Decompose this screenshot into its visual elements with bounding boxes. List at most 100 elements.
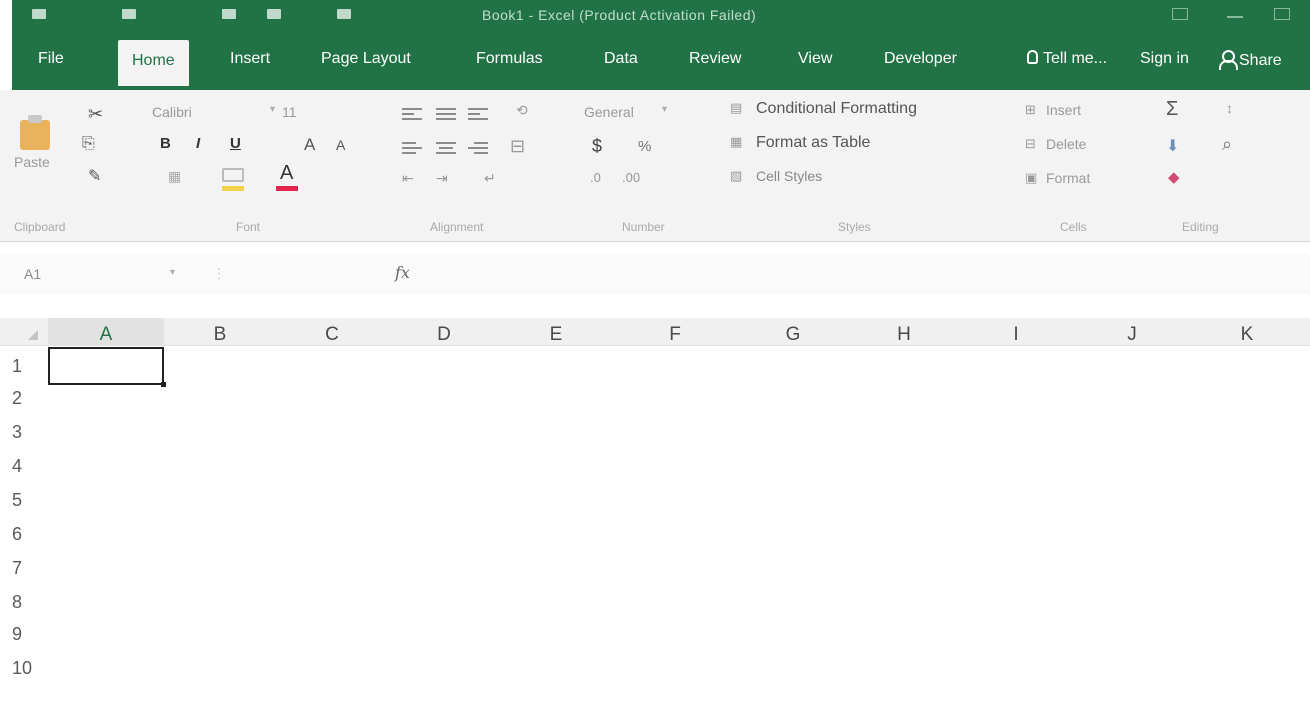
cell-styles-button[interactable]: Cell Styles	[756, 168, 822, 184]
share-button[interactable]: Share	[1218, 50, 1282, 70]
row-header-7[interactable]: 7	[12, 558, 34, 579]
customize-qat-icon[interactable]	[337, 9, 351, 19]
formula-bar: A1 ▾ ⋮ fx	[0, 255, 1310, 295]
tab-home[interactable]: Home	[118, 40, 189, 86]
copy-icon[interactable]: ⎘	[82, 135, 95, 153]
column-header-k[interactable]: K	[1192, 318, 1302, 346]
column-header-h[interactable]: H	[848, 318, 960, 346]
decrease-decimal-icon[interactable]: .00	[622, 170, 640, 185]
ribbon-home: Paste ✂ ⎘ ✎ Clipboard Calibri 11 ▾ B I U…	[0, 90, 1310, 242]
column-header-i[interactable]: I	[960, 318, 1072, 346]
increase-indent-icon[interactable]: ⇥	[436, 170, 448, 187]
fill-color-icon[interactable]	[222, 168, 244, 182]
shrink-font-button[interactable]: A	[336, 137, 345, 153]
tab-formulas[interactable]: Formulas	[476, 50, 543, 68]
insert-function-button[interactable]: fx	[395, 263, 410, 282]
align-bottom-icon[interactable]	[468, 108, 488, 122]
column-header-d[interactable]: D	[388, 318, 500, 346]
maximize-icon[interactable]	[1274, 8, 1290, 20]
name-box[interactable]: A1	[20, 263, 220, 287]
tab-file[interactable]: File	[38, 50, 64, 68]
increase-decimal-icon[interactable]: .0	[590, 170, 601, 185]
tab-data[interactable]: Data	[604, 50, 638, 68]
format-cells-icon: ▣	[1025, 170, 1038, 185]
tab-review[interactable]: Review	[689, 50, 741, 68]
orientation-icon[interactable]: ⟲	[516, 102, 528, 119]
insert-cells-button[interactable]: Insert	[1046, 102, 1081, 118]
minimize-icon[interactable]	[1227, 16, 1243, 18]
row-header-5[interactable]: 5	[12, 490, 34, 511]
currency-button[interactable]: $	[592, 136, 602, 157]
group-label-editing: Editing	[1182, 220, 1219, 234]
sign-in-link[interactable]: Sign in	[1140, 50, 1189, 68]
cell-area[interactable]	[40, 346, 1310, 711]
format-cells-button[interactable]: Format	[1046, 170, 1090, 186]
row-header-2[interactable]: 2	[12, 388, 34, 409]
column-header-e[interactable]: E	[500, 318, 612, 346]
grow-font-button[interactable]: A	[304, 135, 315, 155]
number-format-chevron-icon[interactable]: ▾	[662, 104, 667, 115]
paste-icon[interactable]	[20, 115, 50, 150]
underline-button[interactable]: U	[230, 135, 241, 152]
sort-filter-icon[interactable]: ↕	[1226, 100, 1233, 116]
align-left-icon[interactable]	[402, 142, 422, 156]
merge-center-icon[interactable]: ⊟	[510, 136, 525, 157]
formula-input[interactable]	[430, 263, 1300, 287]
column-header-g[interactable]: G	[738, 318, 848, 346]
select-all-button[interactable]	[28, 330, 38, 340]
row-header-10[interactable]: 10	[12, 658, 34, 679]
column-header-a[interactable]: A	[48, 318, 164, 346]
row-header-6[interactable]: 6	[12, 524, 34, 545]
row-header-9[interactable]: 9	[12, 624, 34, 645]
percent-button[interactable]: %	[638, 138, 651, 155]
column-header-b[interactable]: B	[164, 318, 276, 346]
decrease-indent-icon[interactable]: ⇤	[402, 170, 414, 187]
column-header-c[interactable]: C	[276, 318, 388, 346]
paste-button[interactable]: Paste	[14, 154, 50, 170]
delete-cells-icon: ⊟	[1025, 136, 1036, 151]
tab-view[interactable]: View	[798, 50, 832, 68]
italic-button[interactable]: I	[196, 135, 200, 152]
font-name-select[interactable]: Calibri	[152, 104, 192, 120]
format-painter-icon[interactable]: ✎	[88, 166, 101, 186]
touch-mode-icon[interactable]	[267, 9, 281, 19]
bold-button[interactable]: B	[160, 135, 171, 152]
format-as-table-button[interactable]: Format as Table	[756, 134, 870, 152]
column-header-f[interactable]: F	[612, 318, 738, 346]
tab-page-layout[interactable]: Page Layout	[321, 50, 411, 68]
active-cell-a1[interactable]	[48, 347, 166, 387]
borders-icon[interactable]: ▦	[168, 168, 181, 185]
window-title: Book1 - Excel (Product Activation Failed…	[482, 7, 757, 23]
title-bar: Book1 - Excel (Product Activation Failed…	[12, 0, 1310, 90]
clear-icon[interactable]: ◆	[1168, 168, 1180, 186]
wrap-text-icon[interactable]: ↵	[484, 170, 496, 187]
tab-developer[interactable]: Developer	[884, 50, 957, 68]
cut-icon[interactable]: ✂	[88, 104, 103, 125]
align-center-icon[interactable]	[436, 142, 456, 156]
redo-icon[interactable]	[222, 9, 236, 19]
row-header-1[interactable]: 1	[12, 356, 34, 377]
find-select-icon[interactable]: ⌕	[1222, 134, 1232, 155]
chevron-down-icon[interactable]: ▾	[270, 104, 275, 115]
column-header-j[interactable]: J	[1072, 318, 1192, 346]
row-header-8[interactable]: 8	[12, 592, 34, 613]
autosum-button[interactable]: Σ	[1166, 98, 1178, 121]
font-size-select[interactable]: 11	[282, 104, 297, 120]
name-box-chevron-icon[interactable]: ▾	[170, 267, 175, 278]
tab-insert[interactable]: Insert	[230, 50, 270, 68]
ribbon-display-icon[interactable]	[1172, 8, 1188, 20]
align-top-icon[interactable]	[402, 108, 422, 122]
save-icon[interactable]	[32, 9, 46, 19]
number-format-select[interactable]: General	[584, 104, 634, 120]
row-header-4[interactable]: 4	[12, 456, 34, 477]
undo-icon[interactable]	[122, 9, 136, 19]
tell-me-label: Tell me...	[1043, 50, 1108, 67]
fill-icon[interactable]: ⬇	[1166, 136, 1179, 156]
conditional-formatting-button[interactable]: Conditional Formatting	[756, 100, 917, 118]
align-middle-icon[interactable]	[436, 108, 456, 122]
tell-me-box[interactable]: Tell me...	[1027, 50, 1107, 68]
align-right-icon[interactable]	[468, 142, 488, 156]
font-color-button[interactable]: A	[280, 162, 293, 185]
delete-cells-button[interactable]: Delete	[1046, 136, 1086, 152]
row-header-3[interactable]: 3	[12, 422, 34, 443]
